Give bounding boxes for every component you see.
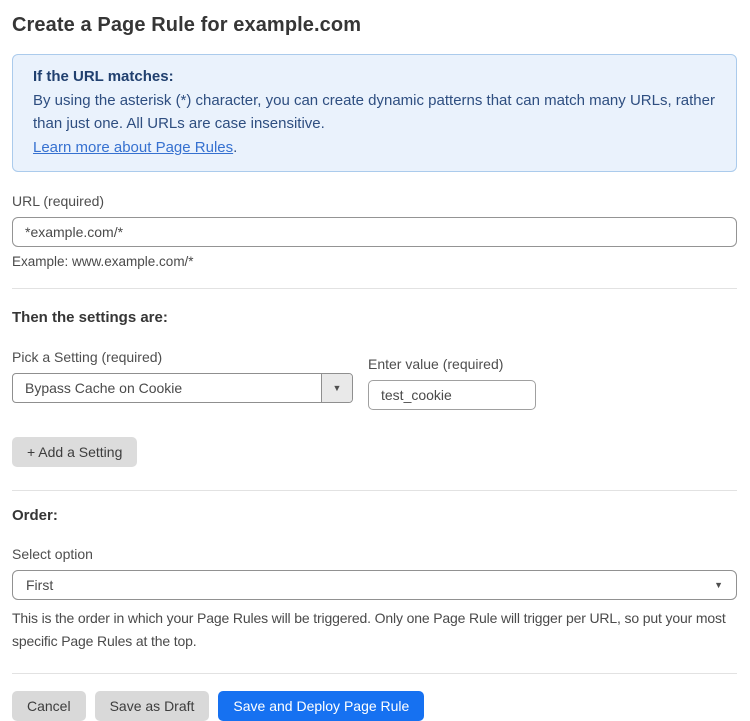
form-actions: Cancel Save as Draft Save and Deploy Pag… bbox=[12, 691, 737, 721]
url-matches-info-box: If the URL matches: By using the asteris… bbox=[12, 54, 737, 172]
pick-setting-column: Pick a Setting (required) Bypass Cache o… bbox=[12, 349, 353, 403]
cancel-button[interactable]: Cancel bbox=[12, 691, 86, 721]
setting-select-arrow-button[interactable]: ▼ bbox=[321, 374, 352, 402]
url-field-label: URL (required) bbox=[12, 193, 737, 209]
url-helper-text: Example: www.example.com/* bbox=[12, 254, 737, 269]
save-and-deploy-button[interactable]: Save and Deploy Page Rule bbox=[218, 691, 424, 721]
divider bbox=[12, 288, 737, 289]
setting-select[interactable]: Bypass Cache on Cookie ▼ bbox=[12, 373, 353, 403]
order-select[interactable]: First ▼ bbox=[12, 570, 737, 600]
setting-select-value: Bypass Cache on Cookie bbox=[13, 374, 321, 402]
settings-section-heading: Then the settings are: bbox=[12, 309, 737, 326]
setting-row: Pick a Setting (required) Bypass Cache o… bbox=[12, 349, 737, 410]
divider bbox=[12, 490, 737, 491]
url-input[interactable] bbox=[12, 217, 737, 247]
setting-value-input[interactable] bbox=[368, 380, 536, 410]
learn-more-link[interactable]: Learn more about Page Rules bbox=[33, 139, 233, 156]
save-as-draft-button[interactable]: Save as Draft bbox=[95, 691, 210, 721]
add-setting-button[interactable]: + Add a Setting bbox=[12, 437, 137, 467]
info-box-link-line: Learn more about Page Rules. bbox=[33, 136, 716, 160]
enter-value-label: Enter value (required) bbox=[368, 356, 536, 372]
create-page-rule-form: Create a Page Rule for example.com If th… bbox=[0, 0, 750, 721]
pick-setting-label: Pick a Setting (required) bbox=[12, 349, 353, 365]
page-title: Create a Page Rule for example.com bbox=[12, 14, 737, 37]
order-helper-text: This is the order in which your Page Rul… bbox=[12, 607, 737, 653]
order-select-label: Select option bbox=[12, 546, 737, 562]
enter-value-column: Enter value (required) bbox=[368, 356, 536, 410]
divider bbox=[12, 673, 737, 674]
info-box-heading: If the URL matches: bbox=[33, 65, 716, 89]
order-section-heading: Order: bbox=[12, 507, 737, 524]
chevron-down-icon: ▼ bbox=[333, 384, 342, 393]
chevron-down-icon: ▼ bbox=[714, 581, 723, 590]
order-select-value: First bbox=[26, 577, 53, 593]
info-box-body: By using the asterisk (*) character, you… bbox=[33, 89, 716, 136]
link-suffix: . bbox=[233, 139, 237, 156]
